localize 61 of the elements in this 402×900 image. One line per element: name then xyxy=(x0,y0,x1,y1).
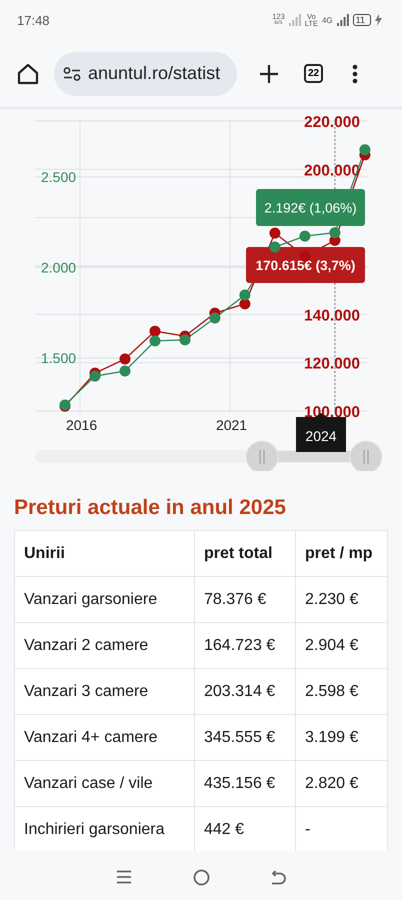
axis-label: 2016 xyxy=(66,417,98,433)
column-header: pret / mp xyxy=(296,530,388,576)
range-handle[interactable] xyxy=(350,440,382,471)
signal-icon xyxy=(288,14,301,26)
data-point xyxy=(239,298,250,310)
axis-label: 140.000 xyxy=(304,307,360,324)
data-point xyxy=(209,312,220,324)
table-cell: Vanzari 4+ camere xyxy=(14,714,194,760)
new-tab-icon[interactable] xyxy=(259,64,279,84)
data-point xyxy=(359,144,370,156)
table-cell: 2.230 € xyxy=(296,576,388,622)
table-cell: 78.376 € xyxy=(194,576,296,622)
column-header: Unirii xyxy=(14,530,194,576)
data-point xyxy=(180,334,190,346)
address-bar[interactable]: anuntul.ro/statist xyxy=(54,52,237,96)
data-point xyxy=(120,354,130,364)
value-tooltip: 170.615€ (3,7%) xyxy=(246,247,365,283)
data-point xyxy=(120,366,130,376)
table-cell: 435.156 € xyxy=(194,760,296,806)
table-cell: 164.723 € xyxy=(194,622,296,668)
table-cell: Vanzari 3 camere xyxy=(14,668,194,714)
axis-label: 2021 xyxy=(216,417,248,433)
axis-label: 2.000 xyxy=(41,259,76,276)
table-cell: Inchirieri garsoniera xyxy=(14,806,194,851)
axis-label: 2.500 xyxy=(41,168,76,185)
value-tooltip: 2.192€ (1,06%) xyxy=(256,189,365,226)
table-cell: Vanzari garsoniere xyxy=(14,576,194,622)
battery-level: 11 xyxy=(352,14,371,26)
data-point xyxy=(150,335,160,346)
data-point xyxy=(269,242,280,252)
data-point xyxy=(269,228,280,239)
table-cell: 345.555 € xyxy=(194,714,296,760)
table-cell: Vanzari 2 camere xyxy=(14,622,194,668)
charging-icon xyxy=(375,14,382,26)
site-settings-icon[interactable] xyxy=(63,66,81,80)
clock-time: 17:48 xyxy=(17,12,50,28)
menu-icon[interactable] xyxy=(352,64,358,84)
home-icon[interactable] xyxy=(17,62,39,84)
data-point xyxy=(299,230,310,242)
section-heading: Preturi actuale in anul 2025 xyxy=(14,495,287,521)
signal-icon xyxy=(336,14,349,26)
column-header: pret total xyxy=(194,530,296,576)
table-cell: 2.598 € xyxy=(296,668,388,714)
table-cell: 2.820 € xyxy=(296,760,388,806)
tab-count-button[interactable]: 22 xyxy=(304,64,323,83)
axis-label: 220.000 xyxy=(304,114,360,131)
network-label: 4G xyxy=(322,16,333,24)
recent-apps-icon[interactable] xyxy=(116,870,132,884)
home-button-icon[interactable] xyxy=(192,868,210,886)
data-point xyxy=(329,227,340,238)
data-point xyxy=(239,290,250,300)
data-point xyxy=(150,326,160,337)
table-cell: Vanzari case / vile xyxy=(14,760,194,806)
axis-label: 1.500 xyxy=(41,350,76,366)
table-cell: 2.904 € xyxy=(296,622,388,668)
range-handle[interactable] xyxy=(246,440,278,471)
table-cell: 203.314 € xyxy=(194,668,296,714)
table-cell: 3.199 € xyxy=(296,714,388,760)
axis-label: 120.000 xyxy=(304,356,360,373)
back-icon[interactable] xyxy=(270,870,286,884)
data-point xyxy=(90,370,100,382)
